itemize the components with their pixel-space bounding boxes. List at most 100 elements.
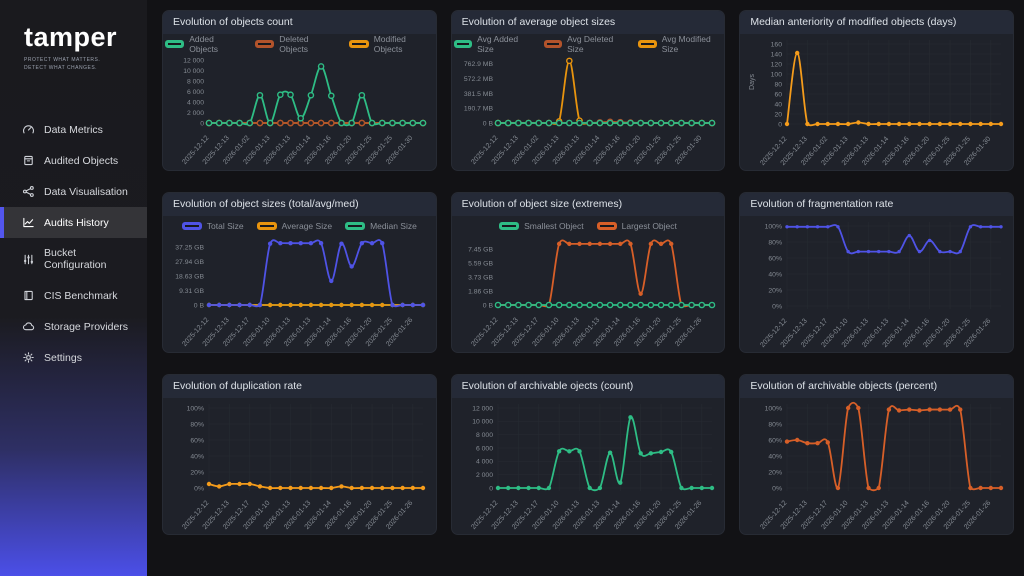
svg-text:0 B: 0 B (483, 120, 494, 127)
svg-text:80%: 80% (768, 421, 782, 428)
legend-label: Added Objects (189, 34, 242, 54)
chart-title: Evolution of average object sizes (452, 11, 725, 34)
sidebar-item-settings[interactable]: Settings (0, 342, 147, 373)
chart-card-duplication-rate: Evolution of duplication rate 100%80%60%… (162, 374, 437, 535)
sidebar-item-cis-benchmark[interactable]: CIS Benchmark (0, 280, 147, 311)
legend-label: Largest Object (622, 221, 677, 231)
chart-1-plot: 762.9 MB572.2 MB381.5 MB190.7 MB0 B2025-… (456, 52, 720, 170)
svg-text:100%: 100% (187, 405, 204, 412)
sidebar-item-label: CIS Benchmark (44, 290, 118, 302)
legend-item[interactable]: Largest Object (597, 221, 677, 231)
legend-swatch-icon (257, 222, 277, 230)
legend-swatch-icon (349, 40, 368, 48)
sidebar-item-data-visualisation[interactable]: Data Visualisation (0, 176, 147, 207)
chart-card-object-size-extremes: Evolution of object size (extremes) Smal… (451, 192, 726, 353)
legend-item[interactable]: Modified Objects (349, 34, 433, 54)
svg-text:8 000: 8 000 (476, 432, 493, 439)
svg-text:4 000: 4 000 (476, 459, 493, 466)
svg-text:40%: 40% (768, 271, 782, 278)
legend-swatch-icon (165, 40, 184, 48)
chart-legend: Total Size Average Size Median Size (165, 217, 434, 234)
sidebar-item-audits-history[interactable]: Audits History (0, 207, 147, 238)
svg-text:40%: 40% (768, 453, 782, 460)
legend-label: Average Size (282, 221, 332, 231)
brand: tamper PROTECT WHAT MATTERS. DETECT WHAT… (0, 0, 147, 72)
chart-card-average-object-sizes: Evolution of average object sizes Avg Ad… (451, 10, 726, 171)
legend-label: Avg Added Size (477, 34, 530, 54)
legend-item[interactable]: Average Size (257, 221, 332, 231)
svg-text:3.73 GB: 3.73 GB (468, 274, 493, 281)
svg-text:12 000: 12 000 (472, 405, 493, 412)
chart-2-plot: 160140120100806040200Days2025-12-122025-… (745, 35, 1009, 171)
logo: tamper (24, 24, 147, 51)
svg-text:2 000: 2 000 (476, 472, 493, 479)
legend-swatch-icon (454, 40, 472, 48)
sidebar-item-label: Bucket Configuration (44, 247, 139, 271)
legend-label: Avg Modified Size (662, 34, 723, 54)
chart-card-archivable-objects-percent: Evolution of archivable objects (percent… (739, 374, 1014, 535)
chart-3-plot: 37.25 GB27.94 GB18.63 GB9.31 GB0 B2025-1… (167, 234, 431, 352)
chart-card-median-anteriority: Median anteriority of modified objects (… (739, 10, 1014, 171)
legend-swatch-icon (597, 222, 617, 230)
svg-text:0: 0 (489, 485, 493, 492)
svg-text:160: 160 (770, 41, 782, 48)
legend-item[interactable]: Total Size (182, 221, 244, 231)
svg-text:60: 60 (774, 91, 782, 98)
chart-area: 100%80%60%40%20%0%2025-12-122025-12-1320… (163, 398, 436, 535)
sidebar-item-audited-objects[interactable]: Audited Objects (0, 145, 147, 176)
svg-text:0%: 0% (772, 303, 782, 310)
svg-text:100%: 100% (764, 223, 781, 230)
chart-title: Median anteriority of modified objects (… (740, 11, 1013, 34)
chart-area: 100%80%60%40%20%0%2025-12-122025-12-1320… (740, 398, 1013, 535)
svg-text:10 000: 10 000 (472, 419, 493, 426)
chart-card-fragmentation-rate: Evolution of fragmentation rate 100%80%6… (739, 192, 1014, 353)
chart-7-plot: 12 00010 0008 0006 0004 0002 00002025-12… (456, 399, 720, 535)
svg-text:20%: 20% (768, 469, 782, 476)
legend-label: Deleted Objects (279, 34, 336, 54)
sidebar-item-label: Settings (44, 352, 82, 364)
svg-text:5.59 GB: 5.59 GB (468, 260, 493, 267)
svg-text:0: 0 (201, 120, 205, 127)
legend-swatch-icon (255, 40, 274, 48)
legend-swatch-icon (499, 222, 519, 230)
legend-item[interactable]: Median Size (345, 221, 417, 231)
legend-label: Median Size (370, 221, 417, 231)
svg-text:1.86 GB: 1.86 GB (468, 288, 493, 295)
legend-item[interactable]: Added Objects (165, 34, 242, 54)
legend-item[interactable]: Avg Added Size (454, 34, 531, 54)
sidebar-item-label: Audits History (44, 217, 109, 229)
sidebar-item-label: Storage Providers (44, 321, 128, 333)
svg-text:37.25 GB: 37.25 GB (176, 245, 205, 252)
svg-text:6 000: 6 000 (476, 445, 493, 452)
legend-item[interactable]: Avg Modified Size (638, 34, 722, 54)
sidebar-item-data-metrics[interactable]: Data Metrics (0, 114, 147, 145)
svg-text:60%: 60% (191, 437, 205, 444)
legend-item[interactable]: Smallest Object (499, 221, 584, 231)
chart-title: Evolution of duplication rate (163, 375, 436, 398)
svg-text:60%: 60% (768, 437, 782, 444)
svg-text:120: 120 (770, 61, 782, 68)
gear-icon (22, 351, 35, 364)
svg-text:12 000: 12 000 (184, 58, 205, 65)
sidebar-item-storage-providers[interactable]: Storage Providers (0, 311, 147, 342)
chart-4-plot: 7.45 GB5.59 GB3.73 GB1.86 GB0 B2025-12-1… (456, 234, 720, 352)
chart-title: Evolution of object size (extremes) (452, 193, 725, 216)
chart-area: 12 00010 0008 0006 0004 0002 00002025-12… (452, 398, 725, 535)
svg-text:381.5 MB: 381.5 MB (464, 91, 494, 98)
svg-text:40%: 40% (191, 453, 205, 460)
svg-text:0: 0 (778, 121, 782, 128)
chart-title: Evolution of archivable objects (percent… (740, 375, 1013, 398)
sidebar-item-bucket-configuration[interactable]: Bucket Configuration (0, 238, 147, 280)
svg-text:18.63 GB: 18.63 GB (176, 273, 205, 280)
legend-item[interactable]: Avg Deleted Size (544, 34, 626, 54)
svg-text:572.2 MB: 572.2 MB (464, 76, 494, 83)
line-chart-icon (22, 216, 35, 229)
svg-text:6 000: 6 000 (187, 89, 204, 96)
svg-text:20%: 20% (768, 287, 782, 294)
chart-5-plot: 100%80%60%40%20%0%2025-12-122025-12-1320… (745, 217, 1009, 353)
chart-area: Added Objects Deleted Objects Modified Obj… (163, 34, 436, 170)
legend-item[interactable]: Deleted Objects (255, 34, 336, 54)
chart-area: Smallest ObjectLargest Object7.45 GB5.59… (452, 216, 725, 352)
svg-text:20: 20 (774, 111, 782, 118)
legend-swatch-icon (638, 40, 657, 48)
